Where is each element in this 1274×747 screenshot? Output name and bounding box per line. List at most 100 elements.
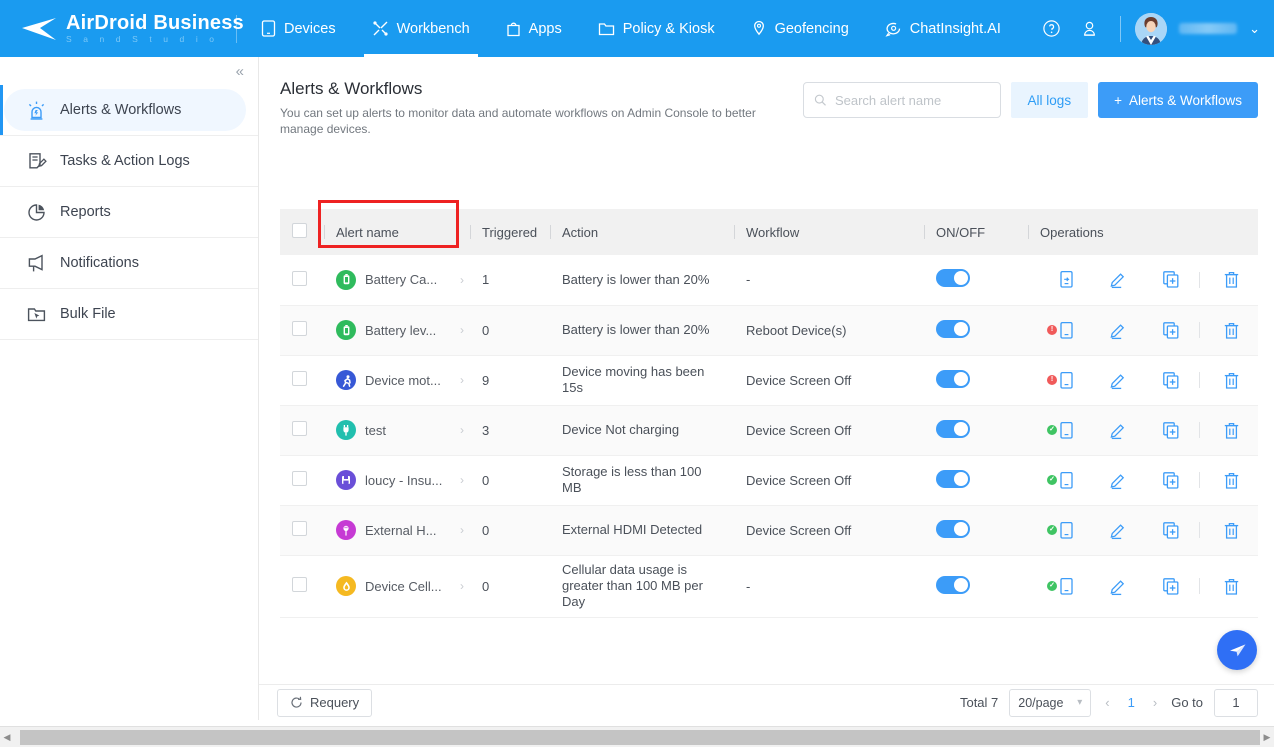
edit-icon[interactable] (1092, 521, 1144, 540)
assign-device-icon[interactable]: ✓ (1040, 521, 1092, 540)
row-checkbox[interactable] (292, 577, 307, 592)
row-alert-name-cell[interactable]: External H... › (324, 505, 470, 556)
row-alert-name-cell[interactable]: Device Cell... › (324, 555, 470, 618)
onoff-toggle[interactable] (936, 269, 970, 288)
row-checkbox[interactable] (292, 471, 307, 486)
sidebar-collapse-icon[interactable]: « (236, 64, 244, 79)
onoff-toggle[interactable] (936, 575, 970, 594)
assign-device-icon[interactable]: ✓ (1040, 421, 1092, 440)
duplicate-icon[interactable] (1145, 321, 1197, 340)
chevron-right-icon[interactable]: › (460, 373, 464, 387)
sidebar-item-tasks-action-logs[interactable]: Tasks & Action Logs (0, 136, 258, 187)
nav-item-devices[interactable]: Devices (243, 0, 354, 57)
chevron-down-icon[interactable]: ⌄ (1249, 21, 1260, 37)
page-number-1[interactable]: 1 (1124, 695, 1139, 710)
duplicate-icon[interactable] (1145, 471, 1197, 490)
sidebar-item-bulk-file[interactable]: Bulk File (0, 289, 258, 340)
assign-device-icon[interactable] (1040, 270, 1092, 289)
chevron-right-icon[interactable]: › (460, 423, 464, 437)
page-size-select[interactable]: 20/page ▾ (1009, 688, 1092, 717)
delete-icon[interactable] (1206, 471, 1258, 490)
row-checkbox[interactable] (292, 270, 307, 286)
assign-device-icon[interactable]: ✓ (1040, 471, 1092, 490)
help-button[interactable] (1034, 12, 1068, 46)
feedback-fab-button[interactable] (1217, 630, 1257, 670)
scroll-left-arrow-icon[interactable]: ◀ (0, 732, 14, 743)
chevron-right-icon[interactable]: › (460, 579, 464, 593)
delete-icon[interactable] (1206, 421, 1258, 440)
chevron-right-icon[interactable]: › (460, 323, 464, 337)
column-header-alert-name: Alert name (324, 209, 470, 255)
nav-item-chatinsight-ai[interactable]: ChatInsight.AI (867, 0, 1019, 57)
delete-icon[interactable] (1206, 521, 1258, 540)
duplicate-icon[interactable] (1145, 521, 1197, 540)
assign-device-icon[interactable]: ! (1040, 321, 1092, 340)
row-alert-name-cell[interactable]: Battery lev... › (324, 305, 470, 356)
edit-icon[interactable] (1092, 471, 1144, 490)
sidebar-label-notifications: Notifications (60, 255, 139, 271)
duplicate-icon[interactable] (1145, 371, 1197, 390)
table-row[interactable]: Battery Ca... › 1 Battery is lower than … (280, 255, 1258, 306)
row-alert-name-cell[interactable]: Battery Ca... › (324, 255, 470, 306)
all-logs-button[interactable]: All logs (1010, 82, 1089, 118)
sidebar-item-notifications[interactable]: Notifications (0, 238, 258, 289)
horizontal-scrollbar[interactable]: ◀ ▶ (0, 726, 1274, 747)
table-row[interactable]: loucy - Insu... › 0 Storage is less than… (280, 455, 1258, 506)
goto-page-input[interactable] (1214, 688, 1258, 717)
edit-icon[interactable] (1092, 577, 1144, 596)
table-row[interactable]: Battery lev... › 0 Battery is lower than… (280, 305, 1258, 356)
delete-icon[interactable] (1206, 270, 1258, 289)
duplicate-icon[interactable] (1145, 421, 1197, 440)
edit-icon[interactable] (1092, 270, 1144, 289)
row-alert-name-cell[interactable]: Device mot... › (324, 355, 470, 406)
add-alerts-workflows-button[interactable]: + Alerts & Workflows (1098, 82, 1258, 118)
table-row[interactable]: test › 3 Device Not charging Device Scre… (280, 405, 1258, 456)
row-checkbox[interactable] (292, 321, 307, 336)
nav-item-workbench[interactable]: Workbench (354, 0, 488, 57)
scrollbar-track[interactable] (14, 729, 1260, 745)
sidebar-item-alerts-workflows[interactable]: Alerts & Workflows (0, 85, 258, 136)
row-checkbox[interactable] (292, 521, 307, 536)
onoff-toggle[interactable] (936, 519, 970, 538)
chevron-right-icon[interactable]: › (460, 273, 464, 287)
status-badge-error: ! (1047, 374, 1057, 385)
requery-button[interactable]: Requery (277, 688, 373, 717)
assign-device-icon[interactable]: ✓ (1040, 577, 1092, 596)
scrollbar-thumb[interactable] (20, 729, 1260, 745)
assign-device-icon[interactable]: ! (1040, 371, 1092, 390)
sidebar-item-reports[interactable]: Reports (0, 187, 258, 238)
row-checkbox[interactable] (292, 421, 307, 436)
delete-icon[interactable] (1206, 577, 1258, 596)
row-alert-name-cell[interactable]: loucy - Insu... › (324, 455, 470, 506)
nav-item-policy-kiosk[interactable]: Policy & Kiosk (580, 0, 733, 57)
select-all-checkbox[interactable] (292, 223, 307, 238)
table-row[interactable]: Device Cell... › 0 Cellular data usage i… (280, 555, 1258, 618)
avatar[interactable] (1135, 12, 1168, 45)
chevron-right-icon[interactable]: › (460, 523, 464, 537)
table-row[interactable]: External H... › 0 External HDMI Detected… (280, 505, 1258, 556)
table-row[interactable]: Device mot... › 9 Device moving has been… (280, 355, 1258, 406)
account-button[interactable] (1072, 12, 1106, 46)
duplicate-icon[interactable] (1145, 577, 1197, 596)
search-input[interactable] (832, 91, 990, 109)
row-checkbox[interactable] (292, 371, 307, 386)
nav-item-geofencing[interactable]: Geofencing (733, 0, 867, 57)
row-alert-name-cell[interactable]: test › (324, 405, 470, 456)
scroll-right-arrow-icon[interactable]: ▶ (1260, 732, 1274, 743)
next-page-button[interactable]: › (1150, 695, 1160, 710)
edit-icon[interactable] (1092, 321, 1144, 340)
onoff-toggle[interactable] (936, 419, 970, 438)
onoff-toggle[interactable] (936, 319, 970, 338)
duplicate-icon[interactable] (1145, 270, 1197, 289)
onoff-toggle[interactable] (936, 469, 970, 488)
search-input-wrapper[interactable] (802, 82, 1001, 118)
prev-page-button[interactable]: ‹ (1102, 695, 1112, 710)
chevron-right-icon[interactable]: › (460, 473, 464, 487)
delete-icon[interactable] (1206, 371, 1258, 390)
brand-logo-area[interactable]: AirDroid Business S a n d S t u d i o (0, 13, 244, 44)
edit-icon[interactable] (1092, 421, 1144, 440)
onoff-toggle[interactable] (936, 369, 970, 388)
edit-icon[interactable] (1092, 371, 1144, 390)
delete-icon[interactable] (1206, 321, 1258, 340)
nav-item-apps[interactable]: Apps (488, 0, 580, 57)
